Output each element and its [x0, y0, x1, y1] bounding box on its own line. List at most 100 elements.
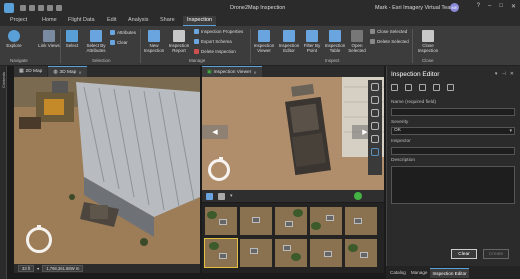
- new-project-icon[interactable]: [20, 5, 26, 11]
- save-icon[interactable]: [38, 5, 44, 11]
- undo-icon[interactable]: [47, 5, 53, 11]
- export-schema-button[interactable]: Export Schema: [194, 39, 232, 44]
- tab-share[interactable]: Share: [160, 17, 175, 23]
- eye-icon[interactable]: [371, 122, 379, 130]
- image-list-icon[interactable]: [206, 192, 213, 200]
- new-point-icon[interactable]: [391, 84, 398, 91]
- tab-3d-map[interactable]: ◍ 3D Map ✕: [48, 66, 87, 77]
- tab-flight-data[interactable]: Flight Data: [68, 17, 95, 23]
- zoom-icon[interactable]: [371, 83, 379, 91]
- dropdown-icon[interactable]: ▾: [230, 193, 233, 199]
- select-by-attributes-button[interactable]: Select By Attributes: [82, 30, 110, 53]
- inspection-viewer-image[interactable]: ◀ ▶: [202, 77, 384, 190]
- filter-by-point-label: Filter By Point: [303, 43, 321, 53]
- close-window-button[interactable]: ✕: [511, 3, 516, 10]
- panel-menu-icon[interactable]: ▾: [495, 71, 498, 77]
- thumbnail-selected[interactable]: [204, 238, 238, 268]
- tab-analysis[interactable]: Analysis: [128, 17, 148, 23]
- thumbnail[interactable]: [240, 239, 272, 267]
- previous-image-button[interactable]: ◀: [202, 125, 228, 139]
- thumbnail[interactable]: [345, 207, 377, 235]
- group-separator: [412, 29, 413, 63]
- thumbnail[interactable]: [310, 207, 342, 235]
- clear-label: Clear: [117, 40, 128, 45]
- select-point-icon[interactable]: [405, 84, 412, 91]
- thumbnail[interactable]: [205, 207, 237, 235]
- attributes-button[interactable]: Attributes: [110, 30, 136, 35]
- tab-catalog[interactable]: Catalog: [388, 268, 408, 277]
- close-inspection-button[interactable]: Close Inspection: [416, 30, 440, 53]
- pin-icon[interactable]: ⊣: [501, 71, 505, 77]
- delete-point-icon[interactable]: [433, 84, 440, 91]
- filter-by-point-button[interactable]: Filter By Point: [302, 30, 322, 53]
- inspection-editor-button[interactable]: Inspection Editor: [277, 30, 301, 53]
- link-views-button[interactable]: Link Views: [38, 30, 60, 48]
- explore-icon: [8, 30, 20, 42]
- contents-pane-tab[interactable]: Contents: [0, 66, 7, 279]
- viewer-navigator-ring-icon[interactable]: [208, 157, 230, 181]
- explore-button[interactable]: Explore: [4, 30, 24, 48]
- link-views-label: Link Views: [38, 43, 60, 48]
- delete-selected-button[interactable]: Delete Selected: [370, 39, 409, 44]
- contents-label: Contents: [1, 72, 6, 89]
- close-tab-icon[interactable]: ✕: [78, 70, 81, 75]
- export-icon: [194, 39, 199, 44]
- thumbnail[interactable]: [275, 207, 307, 235]
- close-selected-button[interactable]: Close Selected: [370, 29, 407, 34]
- coordinate-readout[interactable]: 1,768,361.88W m: [42, 265, 84, 272]
- inspection-viewer-button[interactable]: Inspection Viewer: [252, 30, 276, 53]
- severity-dropdown[interactable]: OK: [391, 127, 515, 135]
- edit-point-icon[interactable]: [419, 84, 426, 91]
- settings-icon[interactable]: [371, 135, 379, 143]
- avatar[interactable]: ME: [450, 3, 459, 12]
- rotate-icon[interactable]: [371, 109, 379, 117]
- map-3d-view[interactable]: [14, 77, 200, 273]
- user-name[interactable]: Mark - Esri Imagery Virtual Team: [375, 5, 455, 11]
- close-inspection-icon: [422, 30, 434, 42]
- create-button[interactable]: Create: [483, 249, 509, 259]
- close-panel-icon[interactable]: ✕: [510, 71, 514, 77]
- attributes-label: Attributes: [117, 30, 137, 35]
- description-field[interactable]: [391, 166, 515, 204]
- window-title: Drone2Map Inspection: [230, 5, 286, 11]
- close-selected-icon: [370, 29, 375, 34]
- tab-inspection[interactable]: Inspection: [183, 16, 217, 26]
- filter-icon[interactable]: [218, 192, 225, 200]
- scale-selector[interactable]: 33 ft: [18, 265, 35, 272]
- inspector-field[interactable]: [391, 147, 515, 155]
- navigator-ring-icon[interactable]: [26, 225, 52, 253]
- tab-2d-map-label: 2D Map: [25, 69, 43, 74]
- tab-2d-map[interactable]: ▦ 2D Map: [14, 66, 48, 77]
- thumbnail[interactable]: [240, 207, 272, 235]
- thumbnail[interactable]: [345, 239, 377, 267]
- inspection-report-button[interactable]: Inspection Report: [167, 30, 191, 53]
- tab-edit[interactable]: Edit: [107, 17, 116, 23]
- name-field[interactable]: [391, 108, 515, 116]
- tab-manage[interactable]: Manage: [409, 268, 430, 277]
- redo-icon[interactable]: [56, 5, 62, 11]
- delete-inspection-button[interactable]: Delete Inspection: [194, 49, 236, 54]
- clear-selection-button[interactable]: Clear: [110, 40, 128, 45]
- clear-points-icon[interactable]: [447, 84, 454, 91]
- clear-button[interactable]: Clear: [451, 249, 477, 259]
- info-icon[interactable]: [371, 148, 379, 156]
- open-selected-button[interactable]: Open Selected: [346, 30, 368, 53]
- pan-icon[interactable]: [371, 96, 379, 104]
- minimize-button[interactable]: –: [488, 3, 491, 10]
- maximize-button[interactable]: □: [499, 3, 503, 10]
- image-thumbnail-strip[interactable]: [202, 203, 384, 273]
- thumbnail[interactable]: [275, 239, 307, 267]
- help-button[interactable]: ?: [477, 3, 480, 10]
- new-inspection-button[interactable]: New Inspection: [142, 30, 166, 53]
- close-tab-icon[interactable]: ✕: [253, 70, 256, 75]
- open-icon[interactable]: [29, 5, 35, 11]
- tab-inspection-viewer[interactable]: ▣ Inspection Viewer ✕: [202, 66, 262, 77]
- tab-project[interactable]: Project: [10, 17, 27, 23]
- select-button[interactable]: Select: [63, 30, 81, 48]
- inspection-properties-button[interactable]: Inspection Properties: [194, 29, 243, 34]
- close-inspection-label: Close Inspection: [417, 43, 439, 53]
- inspection-table-button[interactable]: Inspection Table: [324, 30, 346, 53]
- thumbnail[interactable]: [310, 239, 342, 267]
- tab-home[interactable]: Home: [42, 17, 57, 23]
- tab-inspection-editor[interactable]: Inspection Editor: [430, 267, 469, 278]
